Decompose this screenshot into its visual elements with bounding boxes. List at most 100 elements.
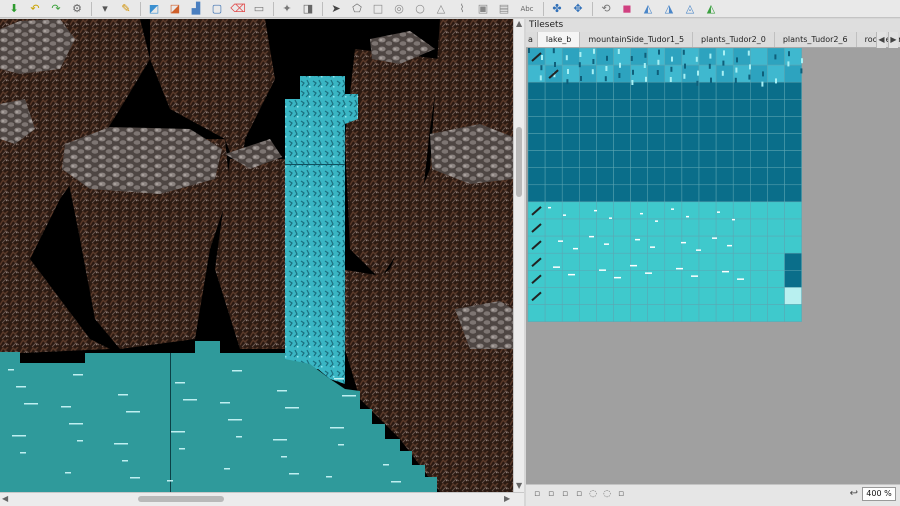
tab-scroll-left-icon[interactable]: ◀ bbox=[876, 32, 886, 48]
select-same-icon[interactable]: ◨ bbox=[300, 2, 316, 16]
undo-icon[interactable]: ↶ bbox=[27, 2, 43, 16]
tile-cell bbox=[664, 287, 683, 305]
tileset-properties-icon[interactable]: ▫ bbox=[574, 489, 584, 500]
tile-cell bbox=[527, 304, 546, 322]
select-objects-icon[interactable]: ➤ bbox=[328, 2, 344, 16]
command-dropdown-icon[interactable]: ▾ bbox=[97, 2, 113, 16]
rotate-left-icon[interactable]: ⟲ bbox=[598, 2, 614, 16]
insert-rectangle-icon[interactable]: □ bbox=[370, 2, 386, 16]
tileset-view[interactable] bbox=[526, 48, 900, 484]
tile-cell bbox=[579, 270, 597, 288]
tileset-tab-lake-b[interactable]: lake_b bbox=[537, 32, 581, 47]
tile-cell bbox=[767, 235, 785, 254]
tile-cell bbox=[579, 116, 597, 134]
edit-polygons-icon[interactable]: ⬠ bbox=[349, 2, 365, 16]
redo-icon[interactable]: ↷ bbox=[48, 2, 64, 16]
scroll-up-arrow-icon[interactable]: ▲ bbox=[516, 19, 522, 29]
shape-fill-icon[interactable]: ▢ bbox=[209, 2, 225, 16]
panel-title: Tilesets bbox=[526, 19, 900, 32]
flip-horizontal-icon[interactable]: ◭ bbox=[640, 2, 656, 16]
tile-cell bbox=[561, 270, 580, 288]
new-tileset-icon[interactable]: ▫ bbox=[532, 489, 542, 500]
insert-text-icon[interactable]: Abc bbox=[517, 2, 537, 16]
tile-highlight bbox=[722, 270, 729, 273]
tile-cell bbox=[664, 116, 683, 134]
tile-cell bbox=[613, 81, 631, 100]
tile-highlight bbox=[671, 208, 674, 210]
tile-cell bbox=[613, 201, 631, 220]
save-icon[interactable]: ⬇ bbox=[6, 2, 22, 16]
scroll-left-arrow-icon[interactable]: ◀ bbox=[2, 494, 8, 504]
terrain-brush-icon[interactable]: ◩ bbox=[146, 2, 162, 16]
tile-texture bbox=[632, 69, 634, 75]
insert-template-icon[interactable]: ▤ bbox=[496, 2, 512, 16]
rotate-right-icon[interactable]: ◬ bbox=[682, 2, 698, 16]
tile-cell bbox=[561, 252, 580, 271]
export-tileset-icon[interactable]: ▫ bbox=[560, 489, 570, 500]
lake-highlight bbox=[73, 374, 83, 376]
tileset-tab-mountainside-tudor1-5[interactable]: mountainSide_Tudor1_5 bbox=[580, 32, 694, 47]
wang-fill-icon[interactable]: ✥ bbox=[570, 2, 586, 16]
scroll-down-arrow-icon[interactable]: ▼ bbox=[516, 481, 522, 491]
tile-cell bbox=[715, 99, 734, 117]
zoom-level-field[interactable]: 400 % bbox=[862, 487, 896, 501]
tile-cell bbox=[561, 133, 580, 151]
tab-scroll-right-icon[interactable]: ▶ bbox=[888, 32, 898, 48]
tileset-tab-plants-tudor2-6[interactable]: plants_Tudor2_6 bbox=[775, 32, 857, 47]
random-mode-icon[interactable]: ✤ bbox=[549, 2, 565, 16]
tile-texture bbox=[579, 52, 582, 57]
wang-brush-icon[interactable]: ◪ bbox=[167, 2, 183, 16]
eraser-icon[interactable]: ⌫ bbox=[230, 2, 246, 16]
map-vertical-scrollbar[interactable]: ▲ ▼ bbox=[513, 19, 524, 492]
insert-point-icon[interactable]: ◎ bbox=[391, 2, 407, 16]
insert-tile-icon[interactable]: ▣ bbox=[475, 2, 491, 16]
tile-cell bbox=[784, 252, 802, 271]
rotate-flip-icon[interactable]: ◭ bbox=[703, 2, 719, 16]
edit-tileset-icon[interactable]: ◌ bbox=[588, 489, 598, 500]
horizontal-scroll-thumb[interactable] bbox=[138, 496, 224, 502]
tile-cell bbox=[647, 150, 666, 168]
tile-cell bbox=[732, 304, 751, 322]
insert-polyline-icon[interactable]: ⌇ bbox=[454, 2, 470, 16]
dynamic-wrapping-icon[interactable]: ↩ bbox=[850, 488, 858, 500]
tile-cell bbox=[544, 235, 563, 254]
embed-tileset-icon[interactable]: ▫ bbox=[546, 489, 556, 500]
tile-cell bbox=[579, 167, 597, 186]
tile-cell bbox=[750, 201, 768, 220]
scroll-right-arrow-icon[interactable]: ▶ bbox=[504, 494, 510, 504]
tile-cell bbox=[527, 116, 546, 134]
lake-highlight bbox=[383, 464, 389, 466]
vertical-scroll-thumb[interactable] bbox=[516, 127, 522, 197]
tile-cell bbox=[767, 201, 785, 220]
tileset-tab-plants-tudor2-0[interactable]: plants_Tudor2_0 bbox=[693, 32, 775, 47]
tile-texture bbox=[580, 76, 582, 81]
tile-cell bbox=[544, 116, 563, 134]
tile-cell bbox=[750, 99, 768, 117]
bucket-fill-icon[interactable]: ▟ bbox=[188, 2, 204, 16]
delete-tileset-icon[interactable]: ▫ bbox=[616, 489, 626, 500]
tile-cell bbox=[698, 133, 717, 151]
insert-ellipse-icon[interactable]: ○ bbox=[412, 2, 428, 16]
tile-texture bbox=[761, 81, 764, 87]
tile-cell bbox=[561, 304, 580, 322]
tileset-grid[interactable] bbox=[526, 48, 900, 484]
map-render[interactable] bbox=[0, 19, 513, 492]
tile-cell bbox=[732, 201, 751, 220]
lake-highlight bbox=[69, 423, 83, 425]
map-horizontal-scrollbar[interactable]: ◀ ▶ bbox=[0, 492, 524, 506]
map-canvas[interactable] bbox=[0, 19, 513, 492]
tile-cell bbox=[613, 99, 631, 117]
tile-cell bbox=[596, 133, 614, 151]
magic-wand-icon[interactable]: ✦ bbox=[279, 2, 295, 16]
tile-cell bbox=[784, 218, 802, 237]
flip-vertical-icon[interactable]: ◮ bbox=[661, 2, 677, 16]
rearrange-tiles-icon[interactable]: ◌ bbox=[602, 489, 612, 500]
stamp-brush-icon[interactable]: ✎ bbox=[118, 2, 134, 16]
tile-highlight bbox=[655, 220, 658, 222]
command-icon[interactable]: ⚙ bbox=[69, 2, 85, 16]
rect-select-icon[interactable]: ▭ bbox=[251, 2, 267, 16]
color-swatch-icon[interactable]: ◼ bbox=[619, 2, 635, 16]
tile-cell bbox=[715, 184, 734, 203]
tileset-tab-a[interactable]: a bbox=[526, 32, 538, 47]
insert-polygon-icon[interactable]: △ bbox=[433, 2, 449, 16]
